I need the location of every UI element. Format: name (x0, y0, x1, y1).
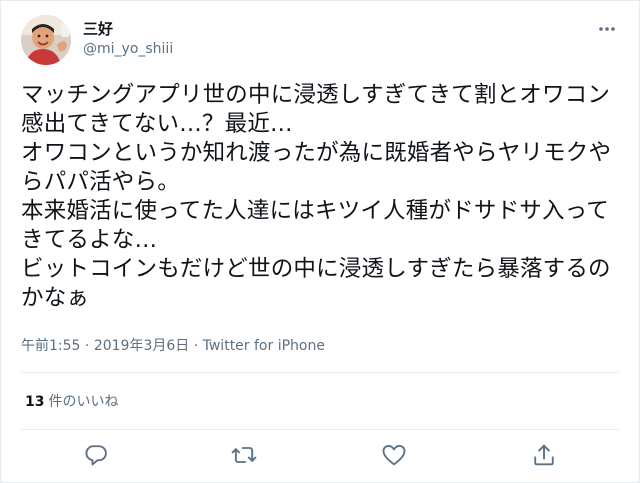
tweet-date[interactable]: 2019年3月6日 (94, 338, 189, 354)
tweet-header: 三好 @mi_yo_shiii (21, 15, 625, 65)
tweet-time[interactable]: 午前1:55 (21, 338, 80, 354)
tweet-source[interactable]: Twitter for iPhone (203, 338, 325, 354)
user-handle[interactable]: @mi_yo_shiii (83, 39, 173, 59)
likes-count: 13 (25, 394, 45, 410)
avatar-image (21, 15, 71, 65)
retweet-icon[interactable] (230, 441, 258, 469)
more-icon[interactable] (593, 19, 621, 39)
divider (21, 429, 619, 430)
meta-separator: · (80, 338, 94, 354)
action-bar (1, 441, 639, 469)
avatar[interactable] (21, 15, 71, 65)
divider (21, 372, 619, 373)
reply-icon[interactable] (82, 441, 110, 469)
tweet-text: マッチングアプリ世の中に浸透しすぎてきて割とオワコン感出てきてない…？最近… オ… (21, 82, 612, 311)
tweet-meta: 午前1:55 · 2019年3月6日 · Twitter for iPhone (21, 336, 325, 356)
share-icon[interactable] (530, 441, 558, 469)
likes-summary[interactable]: 13 件のいいね (25, 392, 118, 412)
heart-icon[interactable] (380, 441, 408, 469)
tweet-card: 三好 @mi_yo_shiii マッチングアプリ世の中に浸透しすぎてきて割とオワ… (0, 0, 640, 483)
user-names: 三好 @mi_yo_shiii (83, 19, 173, 59)
meta-separator: · (189, 338, 203, 354)
likes-label: 件のいいね (48, 394, 119, 410)
display-name[interactable]: 三好 (83, 19, 173, 39)
